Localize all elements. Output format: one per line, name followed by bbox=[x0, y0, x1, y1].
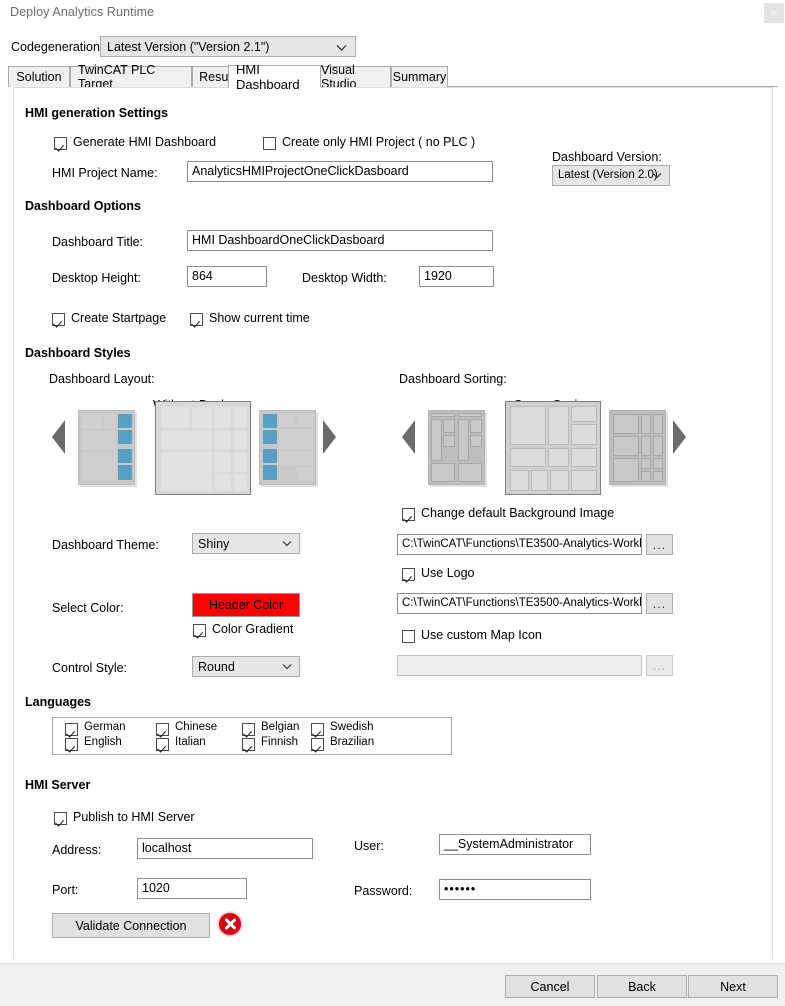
map-icon-path-input[interactable] bbox=[397, 655, 642, 676]
checkbox-label: Color Gradient bbox=[212, 622, 294, 636]
dashboard-version-dropdown[interactable]: Latest (Version 2.0) bbox=[552, 165, 670, 186]
checkbox-box bbox=[52, 313, 65, 326]
dashboard-theme-dropdown[interactable]: Shiny bbox=[192, 533, 300, 554]
tab-solution[interactable]: Solution bbox=[8, 66, 70, 87]
desktop-width-label: Desktop Width: bbox=[302, 271, 387, 285]
desktop-width-input[interactable]: 1920 bbox=[419, 266, 494, 287]
desktop-height-input[interactable]: 864 bbox=[187, 266, 267, 287]
checkbox-label: Use custom Map Icon bbox=[421, 628, 542, 642]
chevron-down-icon bbox=[282, 660, 292, 674]
checkbox-box bbox=[193, 624, 206, 637]
chevron-down-icon bbox=[336, 41, 347, 55]
checkbox-label: Create Startpage bbox=[71, 311, 167, 325]
chevron-down-icon bbox=[282, 537, 292, 551]
hmi-project-name-label: HMI Project Name: bbox=[52, 166, 158, 180]
desktop-height-label: Desktop Height: bbox=[52, 271, 141, 285]
control-style-value: Round bbox=[198, 660, 235, 674]
password-label: Password: bbox=[354, 884, 413, 898]
browse-map-icon-button[interactable]: ... bbox=[646, 655, 673, 676]
tab-summary[interactable]: Summary bbox=[391, 66, 448, 87]
dashboard-version-label: Dashboard Version: bbox=[552, 150, 662, 164]
error-icon bbox=[219, 913, 241, 935]
background-image-path-input[interactable]: C:\TwinCAT\Functions\TE3500-Analytics-Wo… bbox=[397, 534, 642, 555]
header-color-button[interactable]: Header Color bbox=[192, 593, 300, 617]
checkbox-box bbox=[54, 812, 67, 825]
checkbox-label: Create only HMI Project ( no PLC ) bbox=[282, 135, 476, 149]
user-input[interactable]: __SystemAdministrator bbox=[439, 834, 591, 855]
checkbox-label: Generate HMI Dashboard bbox=[73, 135, 217, 149]
tab-hmi-dashboard[interactable]: HMI Dashboard bbox=[228, 62, 321, 92]
layout-thumb-selected[interactable] bbox=[155, 401, 251, 495]
cancel-button[interactable]: Cancel bbox=[505, 975, 595, 998]
tab-twincat-plc-target[interactable]: TwinCAT PLC Target bbox=[70, 63, 192, 91]
tab-visual-studio[interactable]: Visual Studio bbox=[313, 63, 391, 91]
codegeneration-dropdown[interactable]: Latest Version ("Version 2.1") bbox=[100, 36, 356, 57]
sorting-thumb-prev[interactable] bbox=[428, 410, 485, 485]
hmi-dashboard-panel: HMI generation Settings Generate HMI Das… bbox=[13, 87, 773, 959]
checkbox-box bbox=[190, 313, 203, 326]
sorting-next-arrow[interactable] bbox=[673, 420, 686, 454]
address-label: Address: bbox=[52, 843, 102, 857]
browse-background-image-button[interactable]: ... bbox=[646, 534, 673, 555]
dashboard-layout-label: Dashboard Layout: bbox=[49, 372, 155, 386]
dashboard-version-value: Latest (Version 2.0) bbox=[558, 169, 658, 181]
checkbox-box bbox=[54, 137, 67, 150]
port-label: Port: bbox=[52, 883, 79, 897]
codegeneration-label: Codegeneration: bbox=[11, 40, 104, 54]
chevron-down-icon bbox=[652, 169, 662, 183]
section-dashboard-options: Dashboard Options bbox=[25, 199, 141, 213]
codegeneration-value: Latest Version ("Version 2.1") bbox=[107, 40, 270, 54]
control-style-label: Control Style: bbox=[52, 661, 128, 675]
password-input[interactable]: •••••• bbox=[439, 879, 591, 900]
validate-connection-button[interactable]: Validate Connection bbox=[52, 913, 210, 938]
section-hmi-server: HMI Server bbox=[25, 778, 91, 792]
sorting-prev-arrow[interactable] bbox=[402, 420, 415, 454]
tab-strip: Solution TwinCAT PLC Target Results HMI … bbox=[8, 62, 778, 92]
dashboard-theme-value: Shiny bbox=[198, 537, 230, 551]
user-label: User: bbox=[354, 839, 384, 853]
section-dashboard-styles: Dashboard Styles bbox=[25, 346, 131, 360]
sorting-thumb-next[interactable] bbox=[609, 410, 666, 485]
window-title: Deploy Analytics Runtime bbox=[10, 5, 155, 19]
select-color-label: Select Color: bbox=[52, 601, 124, 615]
sorting-thumb-selected[interactable] bbox=[505, 401, 601, 495]
hmi-project-name-input[interactable]: AnalyticsHMIProjectOneClickDasboard bbox=[187, 161, 493, 182]
checkbox-label: Publish to HMI Server bbox=[73, 810, 195, 824]
deploy-analytics-runtime-window: Deploy Analytics Runtime ✕ Codegeneratio… bbox=[0, 0, 785, 1006]
dashboard-sorting-label: Dashboard Sorting: bbox=[399, 372, 507, 386]
control-style-dropdown[interactable]: Round bbox=[192, 656, 300, 677]
layout-next-arrow[interactable] bbox=[323, 420, 336, 454]
title-bar: Deploy Analytics Runtime ✕ bbox=[0, 0, 785, 27]
languages-group: German English Chinese Italian Belgian F… bbox=[52, 717, 452, 755]
dialog-footer: Cancel Back Next bbox=[0, 963, 785, 1006]
next-button[interactable]: Next bbox=[688, 975, 778, 998]
dashboard-theme-label: Dashboard Theme: bbox=[52, 538, 159, 552]
logo-path-input[interactable]: C:\TwinCAT\Functions\TE3500-Analytics-Wo… bbox=[397, 593, 642, 614]
section-languages: Languages bbox=[25, 695, 91, 709]
close-icon[interactable]: ✕ bbox=[764, 3, 784, 23]
dashboard-title-label: Dashboard Title: bbox=[52, 235, 144, 249]
checkbox-box bbox=[263, 137, 276, 150]
checkbox-label: Show current time bbox=[209, 311, 310, 325]
layout-prev-arrow[interactable] bbox=[52, 420, 65, 454]
checkbox-box bbox=[402, 630, 415, 643]
checkbox-label: Use Logo bbox=[421, 566, 475, 580]
checkbox-label: Change default Background Image bbox=[421, 506, 615, 520]
checkbox-box bbox=[402, 568, 415, 581]
checkbox-box bbox=[402, 508, 415, 521]
port-input[interactable]: 1020 bbox=[137, 878, 247, 899]
layout-thumb-prev[interactable] bbox=[78, 410, 135, 485]
section-hmi-generation-settings: HMI generation Settings bbox=[25, 106, 169, 120]
back-button[interactable]: Back bbox=[597, 975, 687, 998]
dashboard-title-input[interactable]: HMI DashboardOneClickDasboard bbox=[187, 230, 493, 251]
layout-thumb-next[interactable] bbox=[259, 410, 316, 485]
address-input[interactable]: localhost bbox=[137, 838, 313, 859]
browse-logo-button[interactable]: ... bbox=[646, 593, 673, 614]
